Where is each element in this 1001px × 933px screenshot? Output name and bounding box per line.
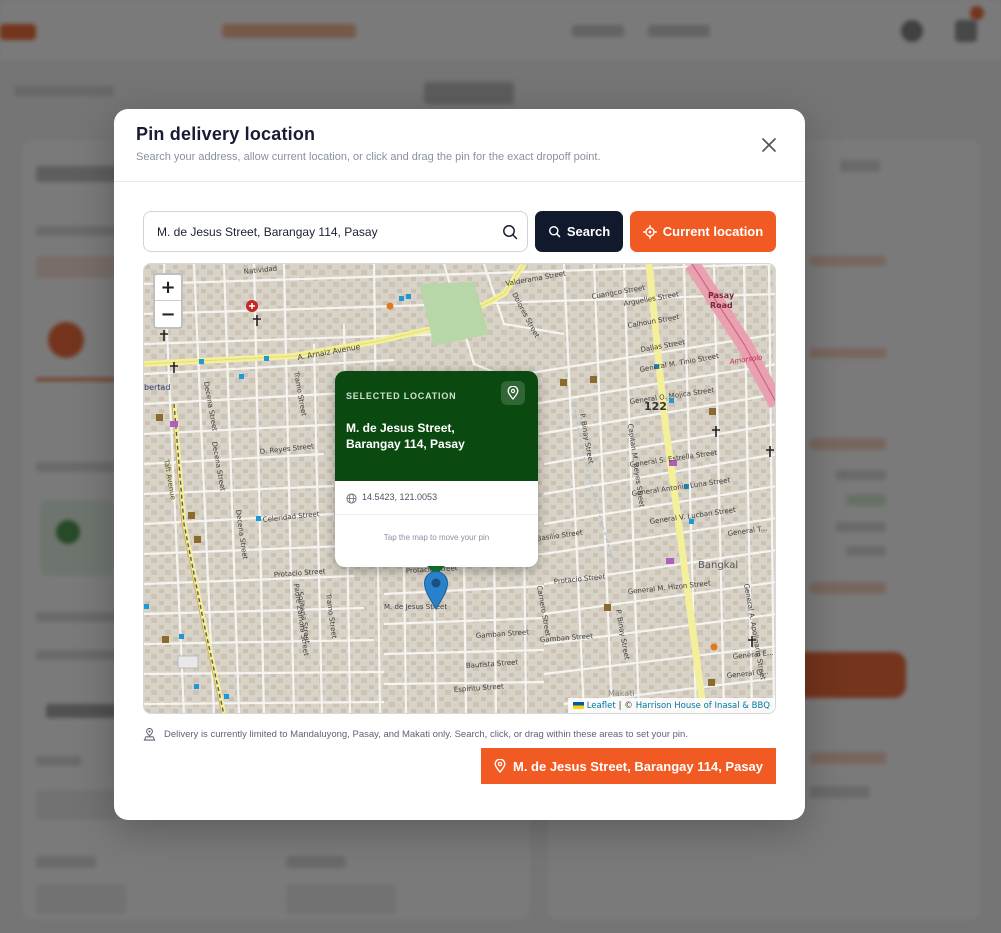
modal-title: Pin delivery location (136, 124, 316, 144)
search-button[interactable]: Search (535, 211, 623, 252)
selected-location-popup: SELECTED LOCATION M. de Jesus Street, Ba… (335, 371, 538, 567)
popup-coords-row: 14.5423, 121.0053 (335, 481, 538, 515)
address-search-field (143, 211, 528, 252)
map-label: bertad (144, 383, 170, 392)
map-attribution: Leaflet | © Harrison House of Inasal & B… (567, 698, 775, 713)
zoom-out-button[interactable]: − (155, 301, 181, 327)
location-pin-icon (494, 759, 506, 773)
zoom-control: + − (153, 273, 183, 329)
modal-subtitle: Search your address, allow current locat… (136, 151, 601, 163)
map-view[interactable]: Natividad Valderama Street Cuangco Stree… (143, 263, 776, 714)
search-icon (548, 226, 561, 238)
modal-header: Pin delivery location Search your addres… (114, 109, 805, 182)
search-icon[interactable] (501, 223, 519, 241)
popup-header: SELECTED LOCATION M. de Jesus Street, Ba… (335, 371, 538, 481)
close-button[interactable] (755, 131, 783, 159)
attribution-separator: | © (618, 700, 633, 711)
map-label: Bangkal (698, 560, 738, 571)
close-icon (762, 138, 776, 152)
confirm-location-label: M. de Jesus Street, Barangay 114, Pasay (512, 758, 764, 774)
address-search-input[interactable] (157, 212, 487, 251)
pin-location-modal: Pin delivery location Search your addres… (114, 109, 805, 820)
confirm-location-button[interactable]: M. de Jesus Street, Barangay 114, Pasay (481, 748, 776, 784)
popup-hint: Tap the map to move your pin (383, 533, 490, 542)
delivery-notice-text: Delivery is currently limited to Mandalu… (164, 728, 688, 740)
zoom-in-button[interactable]: + (155, 275, 181, 301)
location-person-icon (143, 727, 156, 741)
map-pin-marker-icon[interactable] (423, 570, 449, 610)
popup-address: M. de Jesus Street, Barangay 114, Pasay (346, 420, 526, 452)
location-pin-icon (501, 381, 525, 405)
ukraine-flag-icon (572, 702, 584, 709)
popup-address-line1: M. de Jesus Street, (346, 421, 455, 435)
popup-coordinates: 14.5423, 121.0053 (362, 492, 438, 502)
current-location-button[interactable]: Current location (630, 211, 776, 252)
map-label: Pasay (708, 291, 735, 300)
search-button-label: Search (566, 224, 611, 239)
attribution-credit-link[interactable]: Harrison House of Inasal & BBQ (636, 701, 770, 711)
popup-label: SELECTED LOCATION (346, 391, 457, 401)
popup-address-line2: Barangay 114, Pasay (346, 437, 465, 451)
map-label: 122 (644, 400, 667, 413)
crosshair-icon (642, 224, 657, 239)
delivery-notice: Delivery is currently limited to Mandalu… (143, 726, 688, 742)
current-location-label: Current location (662, 224, 764, 239)
globe-icon (346, 493, 357, 504)
map-label: Makati (608, 689, 635, 698)
map-label: Road (710, 301, 733, 310)
leaflet-link[interactable]: Leaflet (587, 701, 616, 711)
